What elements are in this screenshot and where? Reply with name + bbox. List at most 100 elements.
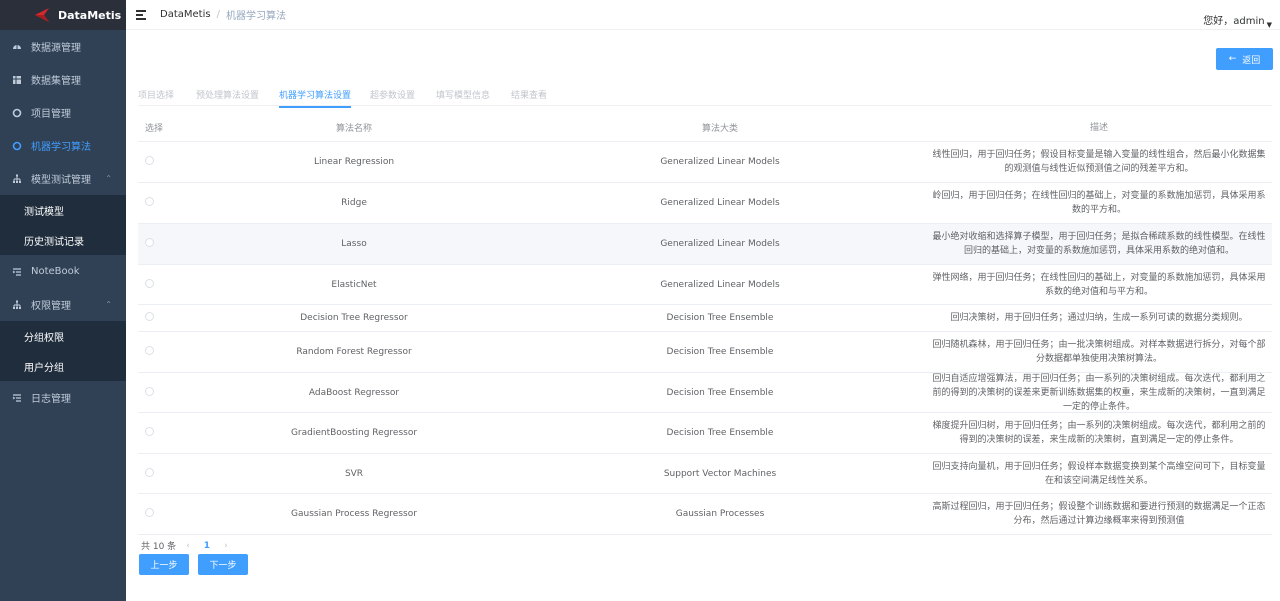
next-step-button[interactable]: 下一步 (198, 554, 248, 575)
table-icon (12, 75, 22, 85)
list-icon (12, 393, 22, 403)
sidebar-subitem-group-permission[interactable]: 分组权限 (0, 321, 126, 351)
sidebar-item-ml-algorithm[interactable]: 机器学习算法 (0, 129, 126, 162)
row-radio[interactable] (145, 508, 154, 517)
row-radio[interactable] (145, 427, 154, 436)
sidebar-item-notebook[interactable]: NoteBook (0, 255, 126, 288)
chevron-right-icon[interactable]: › (224, 541, 228, 551)
pagination: 共 10 条 ‹ 1 › (141, 539, 238, 553)
table-row[interactable]: AdaBoost Regressor Decision Tree Ensembl… (138, 373, 1272, 413)
sidebar-item-label: 数据集管理 (31, 76, 81, 87)
row-radio[interactable] (145, 156, 154, 165)
row-radio[interactable] (145, 197, 154, 206)
logo-icon (35, 8, 49, 22)
column-header-name: 算法名称 (335, 124, 372, 134)
row-radio[interactable] (145, 346, 154, 355)
breadcrumb-separator: / (216, 9, 220, 20)
algorithm-category: Decision Tree Ensemble (666, 347, 774, 357)
algorithm-description: 回归支持向量机，用于回归任务；假设样本数据变换到某个高维空间可下，目标变量在和该… (932, 461, 1266, 486)
row-radio[interactable] (145, 238, 154, 247)
sidebar-subitem-user-group[interactable]: 用户分组 (0, 351, 126, 381)
algorithm-description: 高斯过程回归，用于回归任务；假设整个训练数据和要进行预测的数据满足一个正态分布，… (932, 502, 1266, 526)
table-row[interactable]: ElasticNet Generalized Linear Models 弹性网… (138, 265, 1272, 305)
chevron-left-icon[interactable]: ‹ (186, 541, 190, 551)
tree-icon (12, 174, 22, 184)
table-row[interactable]: GradientBoosting Regressor Decision Tree… (138, 413, 1272, 454)
algorithm-name: Ridge (341, 198, 367, 208)
tab-preprocess-settings[interactable]: 预处理算法设置 (196, 88, 259, 101)
table-row[interactable]: Linear Regression Generalized Linear Mod… (138, 142, 1272, 183)
column-header-select: 选择 (145, 124, 164, 134)
algorithm-description: 回归随机森林，用于回归任务；由一批决策树组成。对样本数据进行拆分，对每个部分数据… (932, 340, 1266, 364)
tab-project-select[interactable]: 项目选择 (138, 88, 174, 101)
pagination-total: 共 10 条 (141, 542, 177, 552)
logo[interactable]: DataMetis (0, 0, 126, 30)
table-row[interactable]: Decision Tree Regressor Decision Tree En… (138, 305, 1272, 332)
algorithm-description: 最小绝对收缩和选择算子模型，用于回归任务；是拟合稀疏系数的线性模型。在线性回归的… (932, 232, 1266, 256)
select-cell (138, 508, 194, 520)
sidebar-item-dataset[interactable]: 数据集管理 (0, 63, 126, 96)
algorithm-category: Decision Tree Ensemble (666, 313, 774, 323)
algorithm-category: Generalized Linear Models (660, 198, 780, 208)
pagination-page[interactable]: 1 (204, 541, 210, 551)
algorithm-category: Support Vector Machines (663, 468, 777, 479)
chevron-up-icon: ⌃ (105, 174, 112, 183)
tab-hyperparameter-settings[interactable]: 超参数设置 (370, 88, 415, 101)
select-cell (138, 238, 194, 250)
brand-name: DataMetis (58, 8, 122, 22)
breadcrumb-current: 机器学习算法 (225, 11, 286, 22)
algorithm-description: 弹性网络，用于回归任务；在线性回归的基础上，对变量的系数施加惩罚，具体采用系数的… (932, 272, 1266, 297)
table-row[interactable]: Random Forest Regressor Decision Tree En… (138, 332, 1272, 373)
hamburger-icon[interactable] (136, 9, 146, 20)
table-row[interactable]: Gaussian Process Regressor Gaussian Proc… (138, 494, 1272, 535)
algorithm-name: Lasso (341, 239, 367, 249)
sidebar-subitem-test-history[interactable]: 历史测试记录 (0, 225, 126, 255)
sidebar-item-label: 日志管理 (31, 394, 71, 405)
algorithm-name: Gaussian Process Regressor (291, 509, 417, 519)
algorithm-name: Random Forest Regressor (296, 347, 412, 357)
algorithm-name: ElasticNet (331, 279, 377, 290)
circle-icon (12, 108, 22, 118)
breadcrumb-root[interactable]: DataMetis (160, 9, 211, 20)
table-row[interactable]: Lasso Generalized Linear Models 最小绝对收缩和选… (138, 224, 1272, 265)
top-navbar: DataMetis / 机器学习算法 您好，admin ▼ (126, 0, 1280, 30)
arrow-left-icon: ← (1228, 54, 1237, 64)
prev-step-button[interactable]: 上一步 (139, 554, 189, 575)
sidebar: DataMetis 数据源管理 数据集管理 项目管理 机器学习算法 模型测试管理… (0, 0, 126, 601)
sidebar-item-logs[interactable]: 日志管理 (0, 381, 126, 414)
sidebar-item-permission[interactable]: 权限管理 ⌃ (0, 288, 126, 321)
row-radio[interactable] (145, 386, 154, 396)
sidebar-item-datasource[interactable]: 数据源管理 (0, 30, 126, 63)
algorithm-category: Generalized Linear Models (660, 279, 780, 290)
algorithm-description: 岭回归，用于回归任务；在线性回归的基础上，对变量的系数施加惩罚，具体采用系数的平… (932, 191, 1266, 215)
sidebar-subitem-test-model[interactable]: 测试模型 (0, 195, 126, 225)
sidebar-item-model-test[interactable]: 模型测试管理 ⌃ (0, 162, 126, 195)
row-radio[interactable] (145, 312, 154, 321)
select-cell (138, 278, 194, 291)
circle-icon (12, 141, 22, 151)
back-button[interactable]: ← 返回 (1216, 48, 1273, 70)
algorithm-category: Decision Tree Ensemble (666, 387, 774, 398)
algorithm-description: 梯度提升回归树，用于回归任务；由一系列的决策树组成。每次迭代，都利用之前的得到的… (932, 421, 1266, 445)
caret-down-icon: ▼ (1266, 21, 1272, 29)
table-row[interactable]: SVR Support Vector Machines 回归支持向量机，用于回归… (138, 454, 1272, 494)
sidebar-item-label: 数据源管理 (31, 43, 81, 54)
sidebar-item-project[interactable]: 项目管理 (0, 96, 126, 129)
table-row[interactable]: Ridge Generalized Linear Models 岭回归，用于回归… (138, 183, 1272, 224)
select-cell (138, 197, 194, 209)
algorithm-category: Generalized Linear Models (660, 239, 780, 249)
tab-ml-algorithm-settings[interactable]: 机器学习算法设置 (279, 88, 352, 108)
row-radio[interactable] (145, 278, 154, 288)
tab-results[interactable]: 结果查看 (511, 88, 547, 101)
tab-model-info[interactable]: 填写模型信息 (436, 88, 490, 101)
sidebar-item-label: NoteBook (31, 266, 80, 277)
algorithm-description: 线性回归，用于回归任务；假设目标变量是输入变量的线性组合，然后最小化数据集的观测… (932, 150, 1266, 174)
column-header-category: 算法大类 (701, 124, 738, 134)
algorithm-name: SVR (344, 468, 364, 479)
select-cell (138, 346, 194, 358)
select-cell (138, 467, 194, 480)
row-radio[interactable] (145, 467, 154, 477)
sidebar-item-label: 权限管理 (31, 301, 71, 312)
main-content: ← 返回 项目选择 预处理算法设置 机器学习算法设置 超参数设置 填写模型信息 … (126, 30, 1280, 601)
user-menu[interactable]: 您好，admin ▼ (1203, 12, 1272, 29)
